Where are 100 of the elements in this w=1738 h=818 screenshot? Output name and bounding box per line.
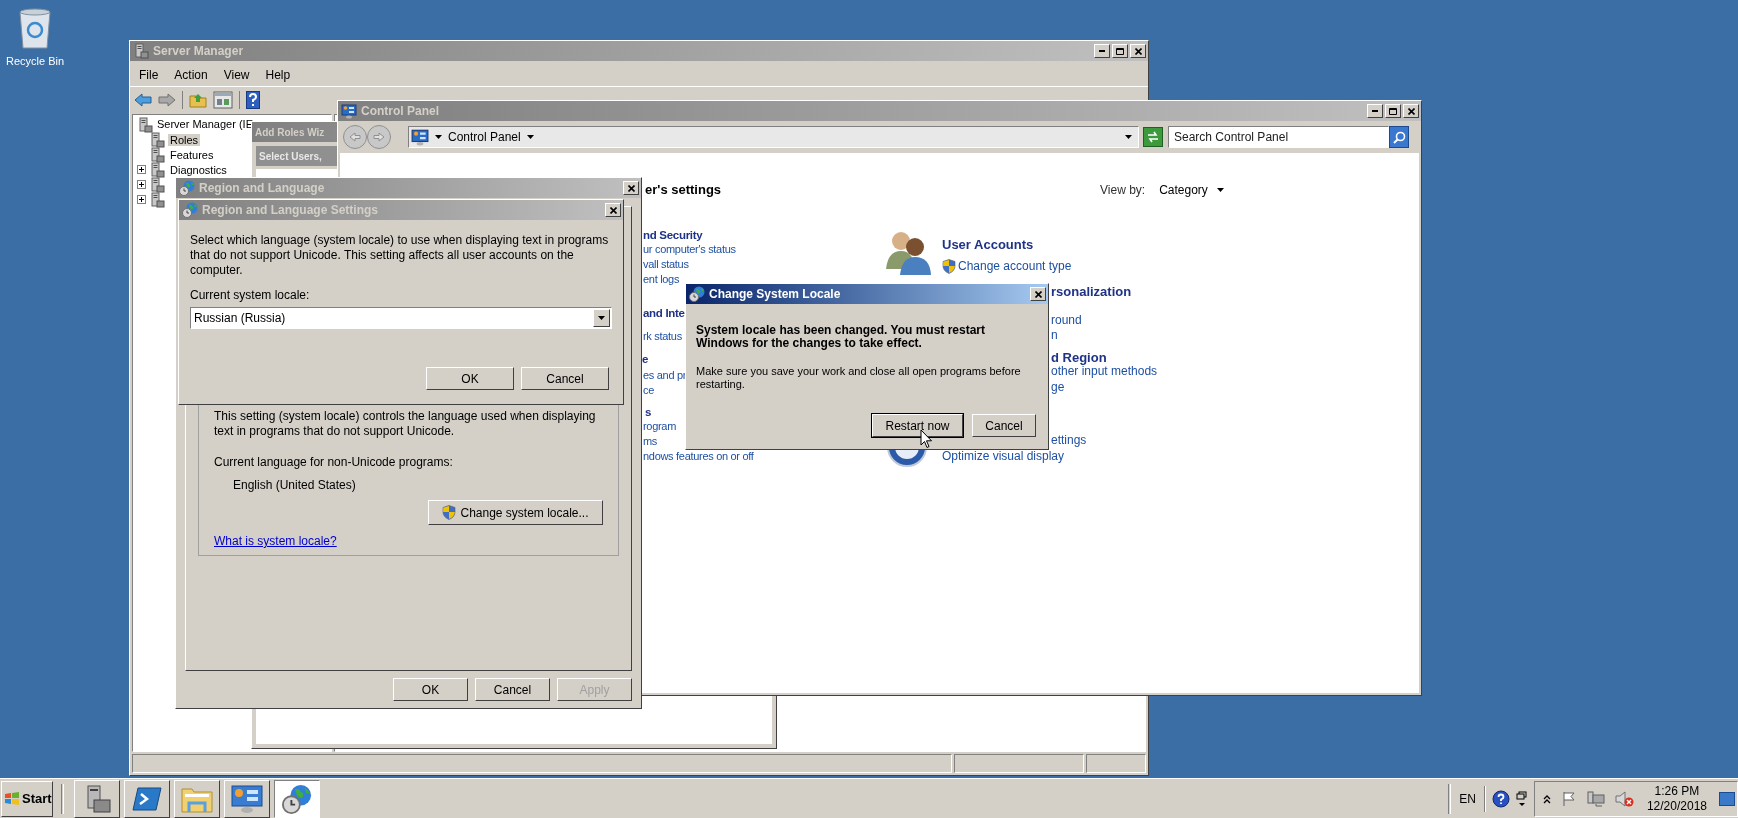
server-icon (149, 131, 165, 148)
task-link[interactable]: ms (643, 434, 658, 448)
menu-item[interactable]: View (216, 66, 257, 84)
expand-icon[interactable] (137, 165, 146, 174)
back-arrow-icon (349, 132, 361, 142)
help-link[interactable]: What is system locale? (214, 534, 337, 549)
close-icon (1134, 47, 1142, 55)
close-button[interactable] (1130, 44, 1146, 58)
close-button[interactable] (623, 181, 639, 195)
tree-item[interactable]: Diagnostics (168, 163, 229, 176)
start-button[interactable]: Start (1, 780, 53, 817)
maximize-button[interactable] (1385, 104, 1401, 118)
menu-item[interactable]: Help (258, 66, 298, 84)
server-icon (149, 176, 165, 193)
tree-item[interactable]: Features (168, 148, 216, 161)
category-heading[interactable]: e (642, 352, 649, 366)
expand-icon[interactable] (137, 195, 146, 204)
page-heading: er's settings (645, 181, 722, 199)
cancel-button[interactable]: Cancel (521, 367, 609, 390)
forward-arrow-icon[interactable] (158, 92, 176, 107)
show-desktop-button[interactable] (1719, 791, 1735, 806)
view-by-dropdown[interactable]: Category (1159, 181, 1224, 199)
refresh-button[interactable] (1143, 127, 1163, 147)
close-icon (1034, 290, 1042, 298)
window-title: Change System Locale (709, 286, 841, 303)
menu-item[interactable]: File (132, 66, 166, 84)
taskbar-button[interactable] (274, 779, 320, 818)
window-title: Server Manager (153, 43, 244, 60)
recycle-bin-icon[interactable] (17, 6, 53, 50)
shield-icon (442, 505, 457, 520)
menu-item[interactable]: Action (167, 66, 215, 84)
maximize-button[interactable] (1112, 44, 1128, 58)
task-link[interactable]: ettings (1051, 431, 1087, 449)
category-heading[interactable]: and Inte (643, 306, 685, 320)
window-title: Region and Language Settings (202, 202, 378, 219)
ok-button[interactable]: OK (426, 367, 514, 390)
task-link[interactable]: ent logs (643, 272, 680, 286)
wizard-step-title: Select Users, (259, 149, 322, 164)
caret-icon (526, 135, 534, 139)
restart-button[interactable]: Restart now (872, 414, 963, 437)
clock[interactable]: 1:26 PM 12/20/2018 (1644, 783, 1709, 814)
task-link[interactable]: ce (643, 383, 655, 397)
terminal-icon (132, 785, 162, 812)
address-field[interactable]: Control Panel (408, 126, 1139, 148)
search-button[interactable] (1389, 126, 1409, 148)
category-heading[interactable]: rsonalization (1051, 282, 1132, 302)
search-field[interactable]: Search Control Panel (1168, 126, 1389, 148)
close-icon (627, 184, 635, 192)
task-link[interactable]: rk status (643, 329, 682, 343)
speaker-muted-icon[interactable] (1614, 790, 1635, 807)
category-heading[interactable]: nd Security (643, 228, 703, 242)
ok-button[interactable]: OK (393, 678, 468, 701)
caret-icon (1216, 188, 1224, 192)
server-icon (137, 116, 153, 133)
network-icon[interactable] (1586, 790, 1605, 807)
task-link[interactable]: vall status (643, 257, 689, 271)
tree-item[interactable]: Roles (168, 133, 201, 146)
task-link[interactable]: ndows features on or off (643, 449, 754, 463)
breadcrumb[interactable]: Control Panel (448, 128, 521, 146)
window-title: Control Panel (361, 103, 439, 120)
cancel-button[interactable]: Cancel (475, 678, 550, 701)
search-icon (1392, 130, 1406, 144)
task-link[interactable]: Optimize visual display (942, 447, 1065, 465)
description-text: Select which language (system locale) to use when displaying text in programs that do not support Unicode. This setting affects all user accounts on the computer. (190, 233, 610, 278)
pane-toggle-icon[interactable] (213, 90, 233, 109)
chevron-up-icon[interactable] (1542, 793, 1551, 804)
close-icon (1407, 107, 1415, 115)
minimize-icon (1099, 50, 1105, 52)
category-heading[interactable]: User Accounts (942, 235, 1034, 255)
task-link[interactable]: es and pr (643, 368, 687, 382)
cancel-button[interactable]: Cancel (972, 414, 1036, 437)
change-locale-button[interactable]: Change system locale... (428, 500, 603, 525)
message-text: System locale has been changed. You must restart Windows for the changes to take effect. (696, 324, 986, 350)
control-panel-icon (411, 128, 429, 146)
minimize-button[interactable] (1367, 104, 1383, 118)
expand-icon[interactable] (137, 180, 146, 189)
restore-icon[interactable] (1515, 790, 1528, 807)
help-icon[interactable] (246, 90, 260, 109)
shield-icon (942, 258, 956, 274)
caret-icon (435, 135, 442, 139)
minimize-icon (1372, 110, 1378, 112)
locale-dropdown[interactable]: Russian (Russia) (190, 307, 612, 329)
close-button[interactable] (605, 203, 621, 217)
task-link[interactable]: rogram (643, 419, 677, 433)
minimize-button[interactable] (1094, 44, 1110, 58)
close-button[interactable] (1403, 104, 1419, 118)
desktop-icon-label[interactable]: Recycle Bin (5, 53, 65, 70)
task-link[interactable]: ge (1051, 378, 1065, 396)
globe-clock-icon (182, 202, 198, 218)
close-button[interactable] (1030, 287, 1046, 301)
windows-logo-icon (4, 791, 20, 806)
task-link[interactable]: n (1051, 326, 1058, 344)
category-heading[interactable]: s (645, 405, 652, 419)
back-arrow-icon[interactable] (134, 92, 152, 107)
help-icon[interactable] (1491, 789, 1510, 808)
task-link[interactable]: Change account type (958, 257, 1072, 275)
task-link[interactable]: ur computer's status (643, 242, 736, 256)
task-link[interactable]: round (1051, 311, 1082, 329)
flag-icon[interactable] (1560, 790, 1577, 807)
language-button[interactable]: EN (1457, 789, 1478, 808)
